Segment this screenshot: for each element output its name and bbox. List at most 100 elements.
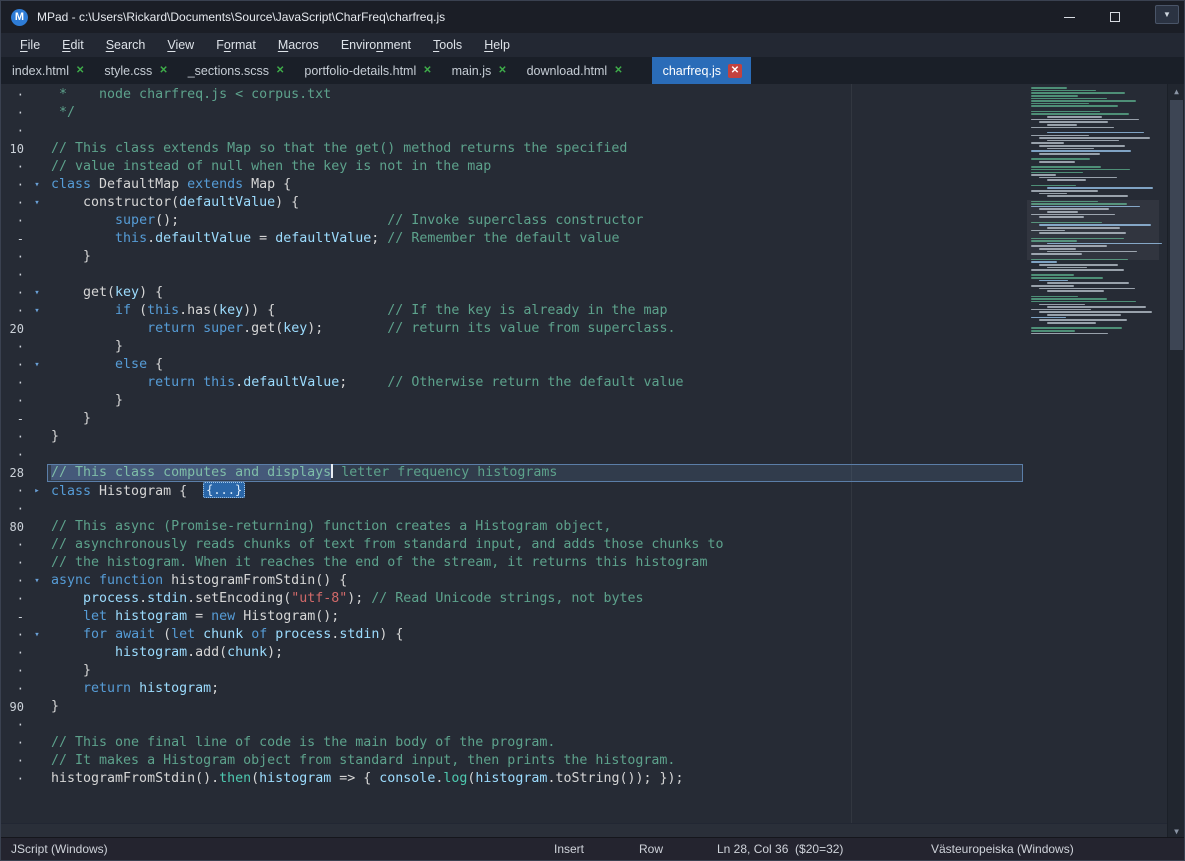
code-token: .get( <box>243 321 283 336</box>
editor-line[interactable]: 28// This class computes and displays le… <box>1 464 1023 482</box>
menu-search[interactable]: Search <box>95 35 157 55</box>
fold-open-icon[interactable]: ▾ <box>27 356 47 374</box>
editor-line[interactable]: · * node charfreq.js < corpus.txt <box>1 86 1023 104</box>
minimap-viewport[interactable] <box>1027 200 1159 260</box>
editor-line[interactable]: ·▾ if (this.has(key)) { // If the key is… <box>1 302 1023 320</box>
code-token: (); <box>155 213 387 228</box>
editor-line[interactable]: · } <box>1 338 1023 356</box>
menu-macros[interactable]: Macros <box>267 35 330 55</box>
scrollbar-thumb[interactable] <box>1170 100 1183 350</box>
editor-line[interactable]: · <box>1 500 1023 518</box>
tab-main-js[interactable]: main.js✕ <box>441 57 516 84</box>
editor-line[interactable]: · } <box>1 662 1023 680</box>
fold-open-icon[interactable]: ▾ <box>27 626 47 644</box>
editor-line[interactable]: ·// This one final line of code is the m… <box>1 734 1023 752</box>
menu-environment[interactable]: Environment <box>330 35 422 55</box>
scroll-up-button[interactable]: ▲ <box>1168 84 1184 99</box>
minimap[interactable] <box>1027 84 1159 342</box>
code-token: key <box>283 321 307 336</box>
menu-view[interactable]: View <box>156 35 205 55</box>
editor-line[interactable]: 90} <box>1 698 1023 716</box>
minimap-line <box>1031 98 1107 100</box>
editor-line[interactable]: - } <box>1 410 1023 428</box>
editor-line[interactable]: · */ <box>1 104 1023 122</box>
code-text <box>47 446 1023 464</box>
editor-line[interactable]: · <box>1 122 1023 140</box>
minimap-line <box>1047 282 1129 284</box>
code-token: // This class computes and displays <box>51 465 331 480</box>
editor-line[interactable]: ·histogramFromStdin().then(histogram => … <box>1 770 1023 788</box>
editor-line[interactable]: ·// It makes a Histogram object from sta… <box>1 752 1023 770</box>
code-token: ); <box>307 321 387 336</box>
editor-line[interactable]: ·} <box>1 428 1023 446</box>
editor-line[interactable]: ·// the histogram. When it reaches the e… <box>1 554 1023 572</box>
editor-line[interactable]: - this.defaultValue = defaultValue; // R… <box>1 230 1023 248</box>
fold-open-icon[interactable]: ▾ <box>27 572 47 590</box>
tab-close-icon[interactable]: ✕ <box>728 64 742 78</box>
tab-close-icon[interactable]: ✕ <box>159 65 167 77</box>
tab-close-icon[interactable]: ✕ <box>423 65 431 77</box>
folded-code-placeholder[interactable]: {...} <box>203 482 245 498</box>
code-editor[interactable]: · * node charfreq.js < corpus.txt· */·10… <box>1 84 1184 839</box>
menu-file[interactable]: File <box>9 35 51 55</box>
gutter-line-number: · <box>1 536 27 554</box>
editor-line[interactable]: ·▾async function histogramFromStdin() { <box>1 572 1023 590</box>
tab-close-icon[interactable]: ✕ <box>498 65 506 77</box>
editor-line[interactable]: ·▾class DefaultMap extends Map { <box>1 176 1023 194</box>
editor-line[interactable]: · process.stdin.setEncoding("utf-8"); //… <box>1 590 1023 608</box>
editor-line[interactable]: ·▾ constructor(defaultValue) { <box>1 194 1023 212</box>
editor-line[interactable]: ·▾ for await (let chunk of process.stdin… <box>1 626 1023 644</box>
editor-line[interactable]: ·// asynchronously reads chunks of text … <box>1 536 1023 554</box>
minimap-line <box>1031 100 1136 102</box>
editor-line[interactable]: · <box>1 266 1023 284</box>
gutter-line-number: · <box>1 446 27 464</box>
editor-line[interactable]: ·▾ get(key) { <box>1 284 1023 302</box>
editor-line[interactable]: · <box>1 716 1023 734</box>
vertical-scrollbar[interactable]: ▲ ▼ <box>1167 84 1184 839</box>
gutter-line-number: · <box>1 680 27 698</box>
editor-line[interactable]: · } <box>1 248 1023 266</box>
editor-line[interactable]: · return histogram; <box>1 680 1023 698</box>
tab-index-html[interactable]: index.html✕ <box>1 57 93 84</box>
fold-spacer <box>27 518 47 536</box>
editor-line[interactable]: · <box>1 446 1023 464</box>
menu-format[interactable]: Format <box>205 35 267 55</box>
minimap-line <box>1031 301 1136 303</box>
editor-line[interactable]: ·▸class Histogram { {...} <box>1 482 1023 500</box>
editor-line[interactable]: · super(); // Invoke superclass construc… <box>1 212 1023 230</box>
editor-line[interactable]: 80// This async (Promise-returning) func… <box>1 518 1023 536</box>
editor-line[interactable]: - let histogram = new Histogram(); <box>1 608 1023 626</box>
tab-charfreq-js[interactable]: charfreq.js✕ <box>652 57 751 84</box>
tab-download-html[interactable]: download.html✕ <box>516 57 632 84</box>
editor-line[interactable]: · } <box>1 392 1023 410</box>
tab-portfolio-details-html[interactable]: portfolio-details.html✕ <box>293 57 440 84</box>
menu-edit[interactable]: Edit <box>51 35 95 55</box>
editor-line[interactable]: ·▾ else { <box>1 356 1023 374</box>
fold-open-icon[interactable]: ▾ <box>27 302 47 320</box>
fold-collapsed-icon[interactable]: ▸ <box>27 482 47 500</box>
tab-style-css[interactable]: style.css✕ <box>93 57 176 84</box>
fold-open-icon[interactable]: ▾ <box>27 284 47 302</box>
menu-tools[interactable]: Tools <box>422 35 473 55</box>
tab-close-icon[interactable]: ✕ <box>276 65 284 77</box>
minimap-line <box>1039 280 1068 282</box>
fold-open-icon[interactable]: ▾ <box>27 176 47 194</box>
menu-help[interactable]: Help <box>473 35 521 55</box>
fold-open-icon[interactable]: ▾ <box>27 194 47 212</box>
editor-line[interactable]: ·// value instead of null when the key i… <box>1 158 1023 176</box>
editor-line[interactable]: 20 return super.get(key); // return its … <box>1 320 1023 338</box>
minimap-line <box>1039 161 1075 163</box>
code-token <box>51 375 147 390</box>
tab-close-icon[interactable]: ✕ <box>76 65 84 77</box>
tab-overflow-button[interactable]: ▼ <box>1155 5 1179 24</box>
tab-sections-scss[interactable]: _sections.scss✕ <box>177 57 294 84</box>
minimap-line <box>1031 277 1103 279</box>
editor-line[interactable]: · histogram.add(chunk); <box>1 644 1023 662</box>
code-text: class DefaultMap extends Map { <box>47 176 1023 194</box>
maximize-button[interactable] <box>1092 1 1138 33</box>
editor-line[interactable]: · return this.defaultValue; // Otherwise… <box>1 374 1023 392</box>
minimize-button[interactable] <box>1046 1 1092 33</box>
gutter-line-number: · <box>1 752 27 770</box>
tab-close-icon[interactable]: ✕ <box>614 65 622 77</box>
editor-line[interactable]: 10// This class extends Map so that the … <box>1 140 1023 158</box>
